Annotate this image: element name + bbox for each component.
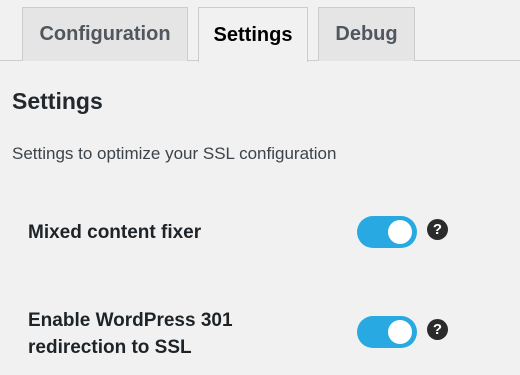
question-circle-icon[interactable]: ?	[427, 219, 448, 240]
section-title: Settings	[12, 88, 103, 114]
tab-debug[interactable]: Debug	[318, 7, 415, 61]
section-description: Settings to optimize your SSL configurat…	[12, 144, 337, 163]
toggle-knob	[388, 320, 412, 344]
tab-bar: Configuration Settings Debug	[0, 0, 520, 62]
wordpress-301-redirect-toggle[interactable]	[357, 316, 417, 348]
tab-configuration[interactable]: Configuration	[22, 7, 188, 61]
settings-page: Configuration Settings Debug Settings Se…	[0, 0, 520, 375]
mixed-content-fixer-toggle[interactable]	[357, 216, 417, 248]
mixed-content-fixer-label: Mixed content fixer	[28, 222, 202, 243]
tab-settings[interactable]: Settings	[198, 7, 308, 62]
wordpress-301-redirect-label: Enable WordPress 301 redirection to SSL	[28, 310, 233, 358]
toggle-knob	[388, 220, 412, 244]
question-circle-icon[interactable]: ?	[427, 319, 448, 340]
